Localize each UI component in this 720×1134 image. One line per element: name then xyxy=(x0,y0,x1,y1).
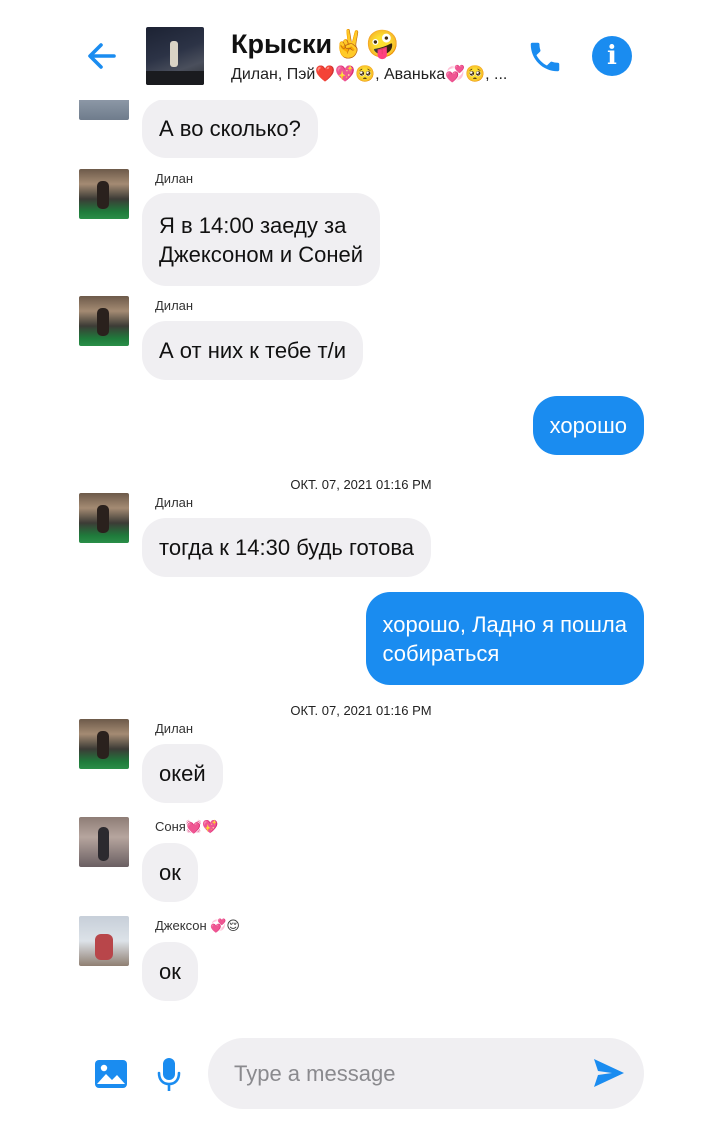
message-bubble-incoming[interactable]: А во сколько? xyxy=(142,99,318,158)
sender-name: Дилан xyxy=(155,298,194,313)
info-icon[interactable]: i xyxy=(592,36,632,76)
avatar-dylan[interactable] xyxy=(79,493,129,543)
chat-header: Крыски✌️🤪 Дилан, Пэй❤️💖🥺, Аванька💞🥺, ...… xyxy=(0,0,720,100)
chat-members[interactable]: Дилан, Пэй❤️💖🥺, Аванька💞🥺, ... xyxy=(231,64,521,84)
message-bubble-outgoing[interactable]: хорошо, Ладно я пошла собираться xyxy=(365,592,644,685)
sender-name: Дилан xyxy=(155,171,194,186)
message-list[interactable]: А во сколько? Дилан Я в 14:00 заеду за Д… xyxy=(0,0,720,1134)
message-bubble-incoming[interactable]: ок xyxy=(142,942,198,1001)
sender-name: Джексон 💞😌 xyxy=(155,918,240,933)
message-bubble-incoming[interactable]: окей xyxy=(142,744,223,803)
message-composer xyxy=(0,1030,720,1134)
message-timestamp: ОКТ. 07, 2021 01:16 PM xyxy=(290,477,432,492)
message-bubble-incoming[interactable]: Я в 14:00 заеду за Джексоном и Соней xyxy=(142,193,381,286)
message-text-line: Я в 14:00 заеду за xyxy=(159,213,347,238)
message-text: тогда к 14:30 будь готова xyxy=(159,535,415,560)
group-avatar[interactable] xyxy=(146,27,204,85)
microphone-icon[interactable] xyxy=(157,1057,181,1093)
sender-name: Соня💓💖 xyxy=(155,819,219,834)
send-icon[interactable] xyxy=(592,1057,626,1089)
image-icon[interactable] xyxy=(94,1059,128,1089)
message-text: А от них к тебе т/и xyxy=(159,338,347,363)
sender-name: Дилан xyxy=(155,721,194,736)
message-timestamp: ОКТ. 07, 2021 01:16 PM xyxy=(290,703,432,718)
message-bubble-incoming[interactable]: А от них к тебе т/и xyxy=(142,321,364,380)
message-text: хорошо xyxy=(549,413,627,438)
message-text: окей xyxy=(159,761,206,786)
message-text-line: собираться xyxy=(382,641,500,666)
message-bubble-outgoing[interactable]: хорошо xyxy=(532,396,644,455)
phone-icon[interactable] xyxy=(526,38,564,76)
message-input-wrapper[interactable] xyxy=(208,1038,644,1109)
avatar-jackson[interactable] xyxy=(79,916,129,966)
message-text-line: Джексоном и Соней xyxy=(159,242,364,267)
chat-title[interactable]: Крыски✌️🤪 xyxy=(231,28,399,60)
avatar-dylan[interactable] xyxy=(79,296,129,346)
message-text: ок xyxy=(159,860,181,885)
back-arrow-icon[interactable] xyxy=(84,38,120,74)
message-text-line: хорошо, Ладно я пошла xyxy=(382,612,627,637)
sender-name: Дилан xyxy=(155,495,194,510)
avatar-dylan[interactable] xyxy=(79,169,129,219)
message-text: ок xyxy=(159,959,181,984)
message-input[interactable] xyxy=(234,1038,574,1109)
message-bubble-incoming[interactable]: тогда к 14:30 будь готова xyxy=(142,518,432,577)
avatar-sonya[interactable] xyxy=(79,817,129,867)
message-text: А во сколько? xyxy=(159,116,301,141)
message-bubble-incoming[interactable]: ок xyxy=(142,843,198,902)
avatar-dylan[interactable] xyxy=(79,719,129,769)
